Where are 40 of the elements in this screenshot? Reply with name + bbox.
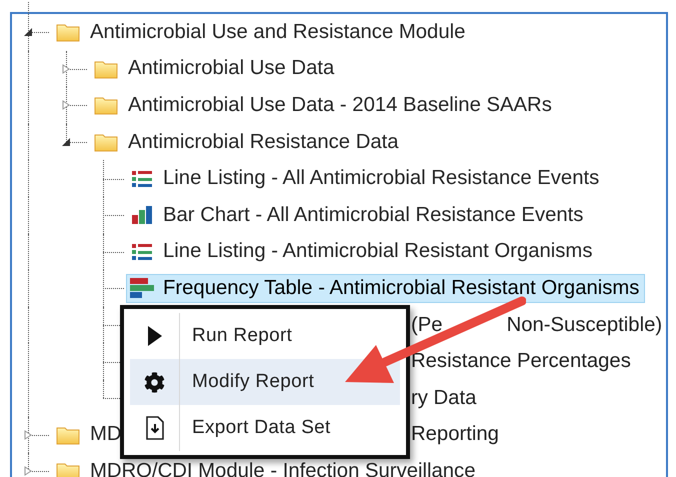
- collapsed-triangle-icon[interactable]: [23, 466, 33, 476]
- tree-item[interactable]: MDRO/CDI Module - Infection Surveillance: [51, 456, 482, 477]
- list-icon: [131, 168, 153, 189]
- settings-icon: [144, 372, 165, 392]
- bar-chart-icon: [131, 205, 153, 226]
- folder-icon: [56, 461, 80, 477]
- folder-icon: [94, 58, 118, 79]
- tree-item[interactable]: Antimicrobial Use Data - 2014 Baseline SAARs: [89, 90, 558, 120]
- download-file-icon: [144, 416, 164, 440]
- frequency-table-icon: [129, 277, 155, 300]
- tree-item[interactable]: Antimicrobial Use and Resistance Module: [51, 18, 472, 47]
- list-icon: [131, 242, 153, 262]
- play-icon: [146, 325, 162, 347]
- tree-item-label: ry Data: [411, 386, 476, 410]
- folder-icon: [56, 22, 80, 42]
- tree-item-label: (Pe: [411, 314, 443, 337]
- tree-item[interactable]: Antimicrobial Resistance Data: [89, 128, 405, 157]
- tree-item[interactable]: MD: [51, 420, 128, 450]
- tree-item[interactable]: Line Listing - All Antimicrobial Resistance Events: [126, 164, 606, 194]
- tree-item[interactable]: Frequency Table - Antimicrobial Resistant Organisms: [126, 274, 646, 303]
- menu-item[interactable]: Export Data Set: [130, 405, 400, 451]
- folder-icon: [56, 424, 80, 445]
- tree-item-label: Resistance Percentages: [411, 350, 631, 374]
- tree-item[interactable]: Antimicrobial Use Data: [89, 54, 340, 84]
- menu-item[interactable]: Modify Report: [130, 359, 400, 405]
- expanded-triangle-icon[interactable]: [61, 137, 71, 148]
- collapsed-triangle-icon[interactable]: [61, 64, 71, 74]
- tree-item[interactable]: Bar Chart - All Antimicrobial Resistance Events: [126, 200, 590, 230]
- tree-item[interactable]: Line Listing - Antimicrobial Resistant Organisms: [126, 237, 598, 266]
- tree-connector-line: [103, 234, 124, 270]
- tree-connector-line: [103, 160, 124, 197]
- folder-icon: [94, 95, 118, 116]
- collapsed-triangle-icon[interactable]: [23, 430, 33, 440]
- tree-connector-line: [103, 196, 124, 234]
- folder-icon: [94, 132, 118, 152]
- collapsed-triangle-icon[interactable]: [61, 100, 71, 110]
- tree-connector-line: [103, 270, 124, 307]
- expanded-triangle-icon[interactable]: [23, 27, 33, 38]
- tree-item-label: Non-Susceptible): [506, 314, 662, 337]
- tree-item-label: Reporting: [411, 423, 499, 446]
